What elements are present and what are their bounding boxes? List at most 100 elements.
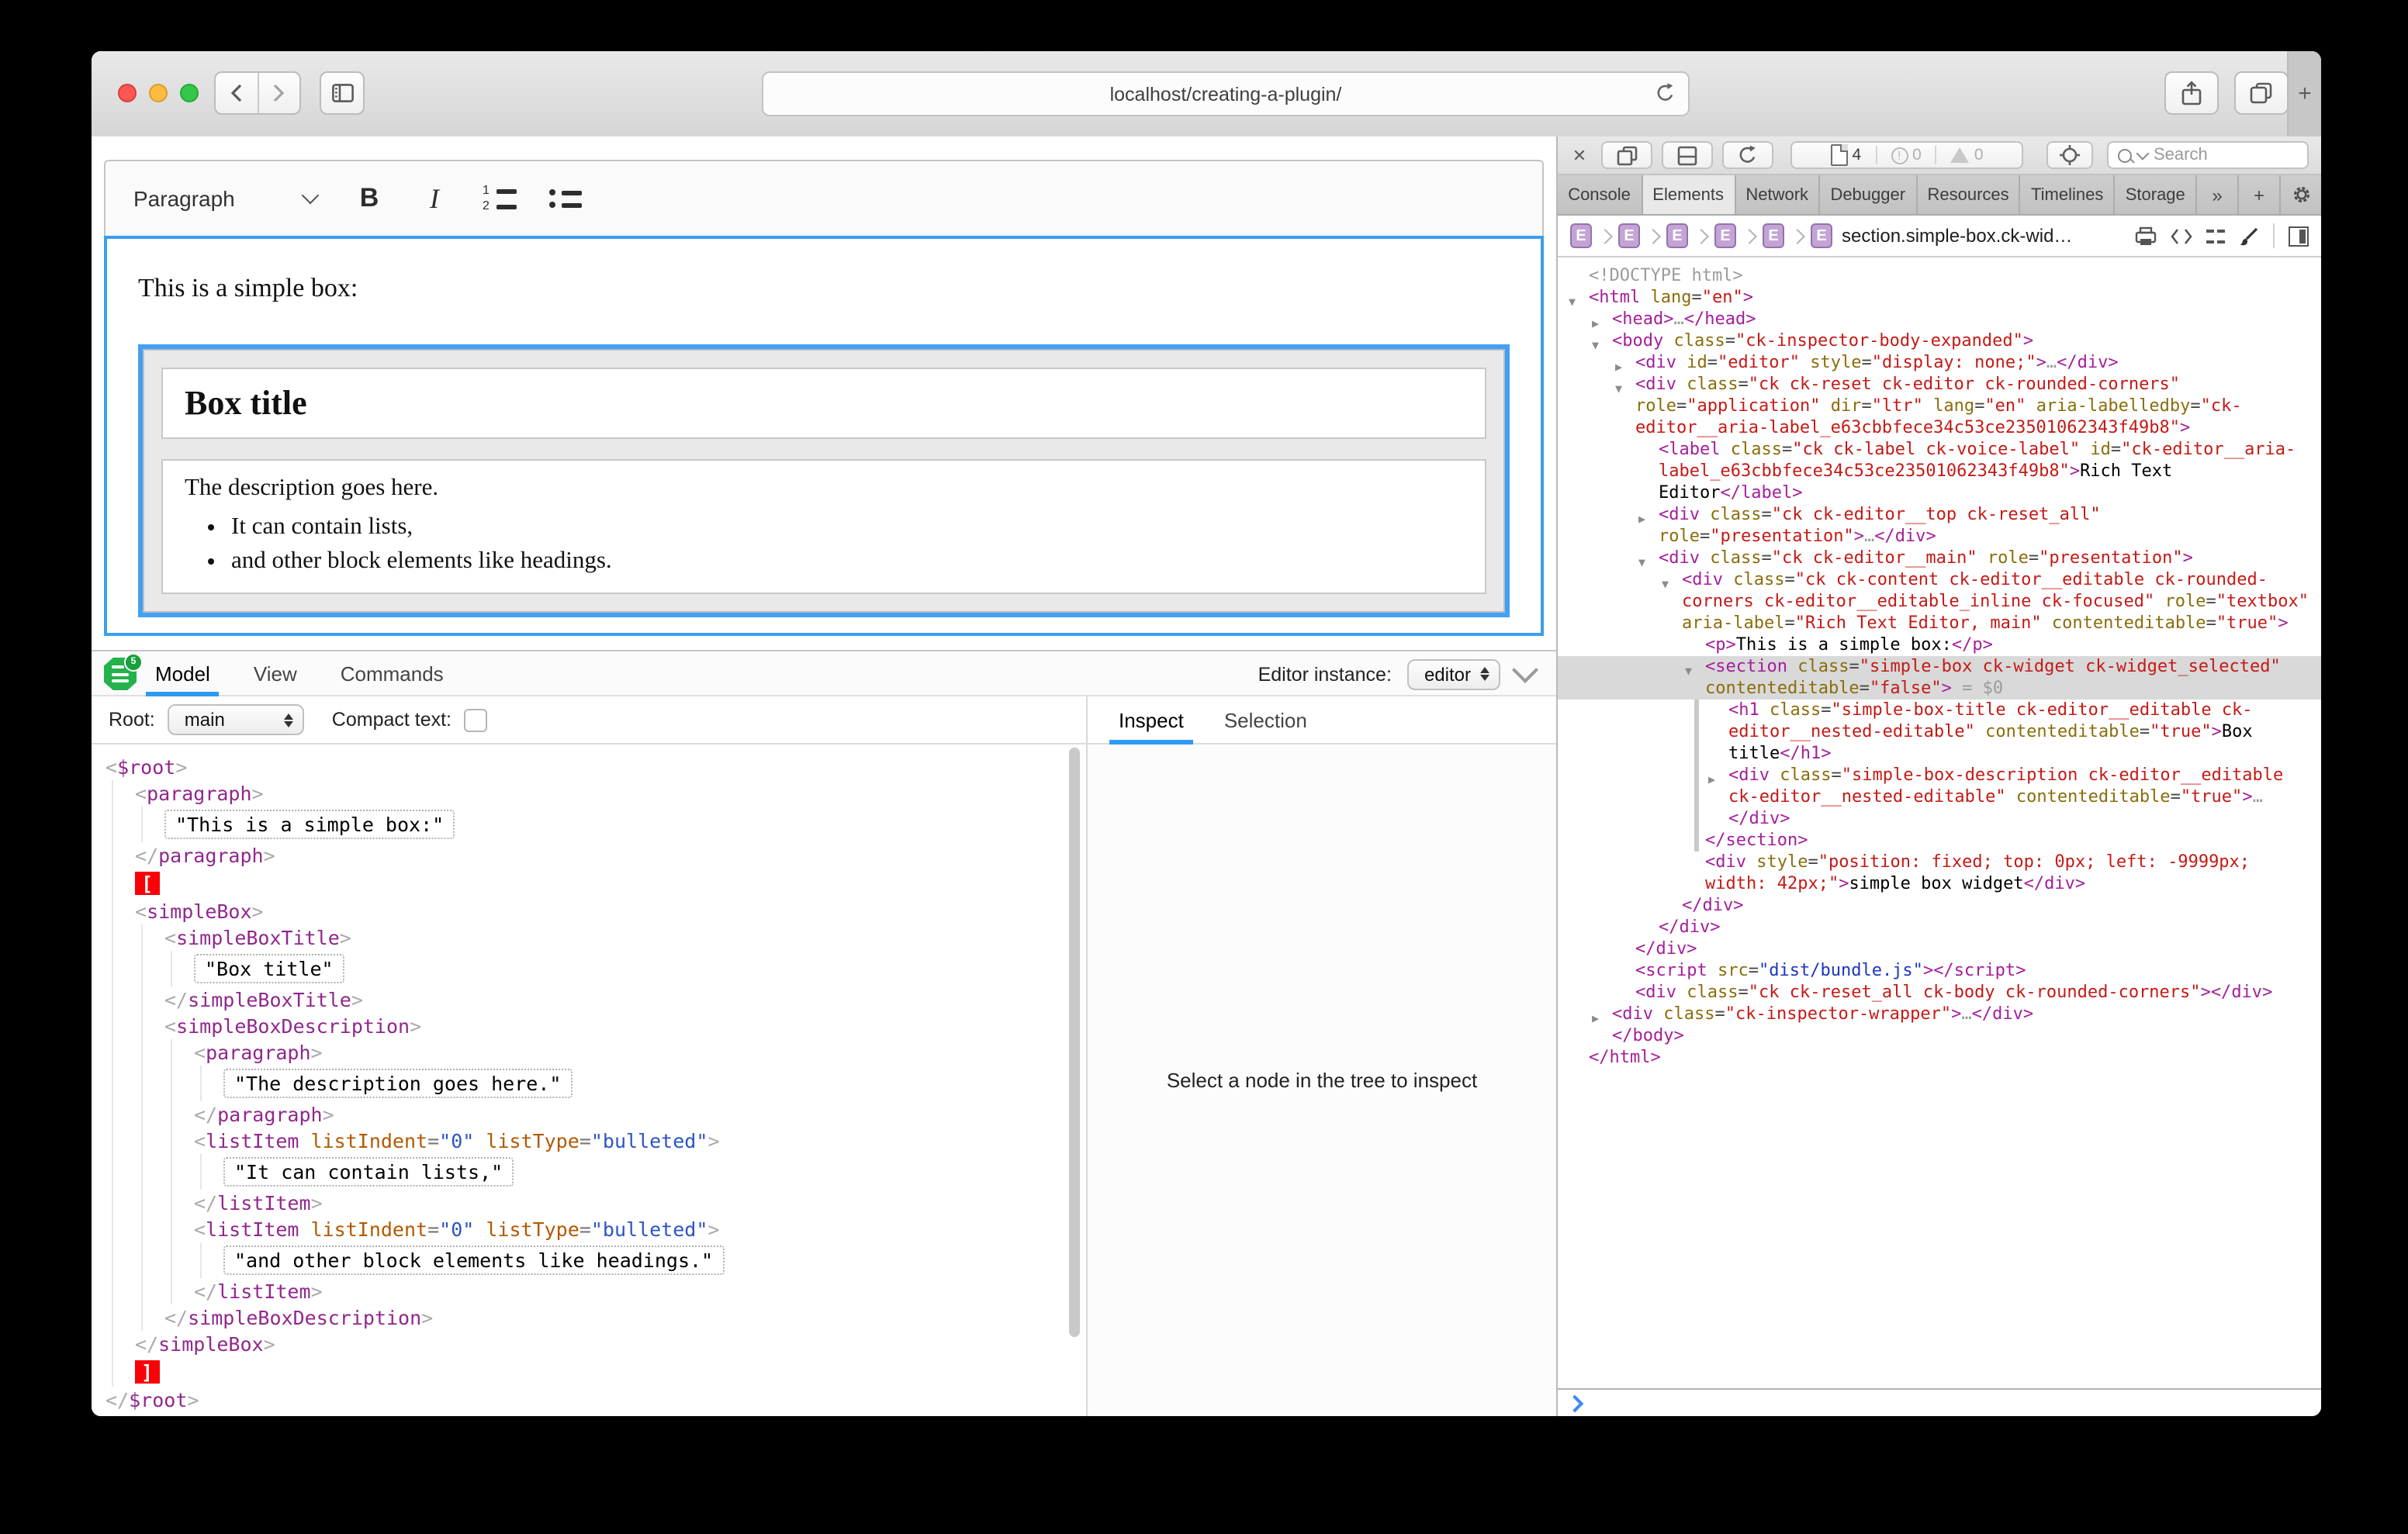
reload-page-button[interactable] bbox=[1722, 141, 1773, 169]
grid-icon[interactable] bbox=[2206, 226, 2225, 245]
compact-text-checkbox[interactable] bbox=[464, 708, 487, 731]
heading-dropdown[interactable]: Paragraph bbox=[124, 180, 326, 217]
dom-tree-node[interactable]: <div style="position: fixed; top: 0px; l… bbox=[1558, 852, 2321, 895]
disclosure-open-icon[interactable]: ▼ bbox=[1685, 661, 1692, 682]
model-tree-node[interactable]: <$root> bbox=[92, 754, 1086, 780]
inspector-tab-inspect[interactable]: Inspect bbox=[1116, 696, 1187, 745]
model-tree-node[interactable]: <paragraph> bbox=[92, 1039, 1086, 1066]
model-tree-node[interactable]: "Box title" bbox=[92, 951, 1086, 986]
devtools-settings-button[interactable] bbox=[2281, 175, 2321, 214]
model-tree-node[interactable]: </paragraph> bbox=[92, 842, 1086, 869]
description-paragraph[interactable]: The description goes here. bbox=[185, 475, 1463, 503]
dom-tree-node[interactable]: ▶<div class="ck-inspector-wrapper">…</di… bbox=[1558, 1004, 2321, 1025]
editor-instance-select[interactable]: editor bbox=[1407, 658, 1500, 689]
model-tree-node[interactable]: "and other block elements like headings.… bbox=[92, 1242, 1086, 1278]
resource-status-group[interactable]: 4 ! 0 0 bbox=[1790, 141, 2023, 169]
model-tree-node[interactable]: <simpleBox> bbox=[92, 898, 1086, 924]
model-tree-node[interactable]: </$root> bbox=[92, 1387, 1086, 1413]
inspect-element-button[interactable] bbox=[2046, 141, 2093, 169]
share-button[interactable] bbox=[2164, 71, 2219, 115]
dom-tree-node[interactable]: ▼<div class="ck ck-editor__main" role="p… bbox=[1558, 548, 2321, 569]
model-tree-node[interactable]: </paragraph> bbox=[92, 1101, 1086, 1128]
dom-tree-node[interactable]: <!DOCTYPE html> bbox=[1558, 265, 2321, 287]
model-tree-node[interactable]: [ bbox=[92, 869, 1086, 898]
bulleted-list-button[interactable] bbox=[543, 175, 586, 222]
model-tree-node[interactable]: ] bbox=[92, 1357, 1086, 1387]
inspector-tab-view[interactable]: View bbox=[251, 651, 300, 696]
model-tree-node[interactable]: <simpleBoxDescription> bbox=[92, 1013, 1086, 1039]
devtools-search-input[interactable]: Search bbox=[2107, 141, 2309, 169]
add-tab-button[interactable]: + bbox=[2239, 175, 2281, 214]
close-devtools-button[interactable]: ✕ bbox=[1567, 141, 1592, 169]
model-tree-node[interactable]: "This is a simple box:" bbox=[92, 807, 1086, 842]
more-tabs-button[interactable]: » bbox=[2197, 175, 2239, 214]
list-item[interactable]: It can contain lists, bbox=[231, 512, 1463, 543]
tab-overview-button[interactable] bbox=[2234, 71, 2289, 115]
dom-tree-node[interactable]: ▶<div id="editor" style="display: none;"… bbox=[1558, 352, 2321, 374]
dom-tree-node[interactable]: ▼<body class="ck-inspector-body-expanded… bbox=[1558, 330, 2321, 352]
inspector-tab-model[interactable]: Model bbox=[152, 651, 213, 696]
devtools-tab-network[interactable]: Network bbox=[1735, 175, 1820, 214]
dom-tree-node[interactable]: </div> bbox=[1558, 917, 2321, 938]
model-tree-node[interactable]: "It can contain lists," bbox=[92, 1154, 1086, 1190]
quick-console[interactable] bbox=[1558, 1388, 2321, 1416]
zoom-window-button[interactable] bbox=[180, 84, 199, 102]
devtools-tab-timelines[interactable]: Timelines bbox=[2021, 175, 2116, 214]
element-badge-icon[interactable]: E bbox=[1763, 223, 1784, 248]
dom-tree-node[interactable]: </section> bbox=[1558, 830, 2321, 852]
sidebar-toggle-button[interactable] bbox=[320, 71, 365, 115]
print-icon[interactable] bbox=[2135, 226, 2157, 246]
editor-paragraph[interactable]: This is a simple box: bbox=[138, 273, 1510, 304]
model-tree-node[interactable]: </simpleBox> bbox=[92, 1331, 1086, 1357]
inspector-tab-selection[interactable]: Selection bbox=[1221, 696, 1310, 745]
styles-brush-icon[interactable] bbox=[2239, 226, 2259, 246]
model-tree-node[interactable]: </simpleBoxDescription> bbox=[92, 1304, 1086, 1331]
disclosure-closed-icon[interactable]: ▶ bbox=[1708, 769, 1715, 791]
address-bar[interactable]: localhost/creating-a-plugin/ bbox=[762, 71, 1690, 116]
element-badge-icon[interactable]: E bbox=[1714, 223, 1736, 248]
element-badge-icon[interactable]: E bbox=[1666, 223, 1688, 248]
list-item[interactable]: and other block elements like headings. bbox=[231, 546, 1463, 577]
model-tree-node[interactable]: </listItem> bbox=[92, 1190, 1086, 1216]
model-tree-node[interactable]: <paragraph> bbox=[92, 780, 1086, 807]
dom-tree-node[interactable]: <div class="ck ck-reset_all ck-body ck-r… bbox=[1558, 982, 2321, 1004]
model-tree-node[interactable]: </listItem> bbox=[92, 1278, 1086, 1304]
simple-box-title[interactable]: Box title bbox=[161, 368, 1486, 439]
disclosure-open-icon[interactable]: ▼ bbox=[1662, 574, 1669, 596]
simple-box-description[interactable]: The description goes here. It can contai… bbox=[161, 459, 1486, 594]
breadcrumb-selected-node-label[interactable]: section.simple-box.ck-wid… bbox=[1842, 225, 2072, 247]
devtools-tab-storage[interactable]: Storage bbox=[2116, 175, 2197, 214]
element-badge-icon[interactable]: E bbox=[1618, 223, 1640, 248]
model-tree-node[interactable]: "The description goes here." bbox=[92, 1066, 1086, 1101]
dom-tree-node[interactable]: ▶<div class="ck ck-editor__top ck-reset_… bbox=[1558, 504, 2321, 548]
devtools-tab-console[interactable]: Console bbox=[1558, 175, 1642, 214]
minimize-window-button[interactable] bbox=[149, 84, 168, 102]
dom-tree-node[interactable]: </div> bbox=[1558, 938, 2321, 960]
dom-tree-node[interactable]: <label class="ck ck-label ck-voice-label… bbox=[1558, 439, 2321, 504]
dom-tree-node[interactable]: ▼<html lang="en"> bbox=[1558, 287, 2321, 309]
source-code-icon[interactable] bbox=[2171, 227, 2192, 244]
close-window-button[interactable] bbox=[118, 84, 137, 102]
dom-tree-node[interactable]: <p>This is a simple box:</p> bbox=[1558, 634, 2321, 656]
dom-tree-node[interactable]: <script src="dist/bundle.js"></script> bbox=[1558, 960, 2321, 982]
disclosure-closed-icon[interactable]: ▶ bbox=[1638, 509, 1645, 530]
dom-tree-node[interactable]: ▼<div class="ck ck-reset ck-editor ck-ro… bbox=[1558, 374, 2321, 439]
reload-icon[interactable] bbox=[1656, 82, 1676, 113]
disclosure-open-icon[interactable]: ▼ bbox=[1615, 378, 1622, 400]
model-tree-node[interactable]: <listItem listIndent="0" listType="bulle… bbox=[92, 1128, 1086, 1154]
dom-tree-node[interactable]: </body> bbox=[1558, 1025, 2321, 1047]
dom-tree-node[interactable]: </div> bbox=[1558, 895, 2321, 917]
detach-devtools-button[interactable] bbox=[1601, 141, 1652, 169]
element-badge-icon[interactable]: E bbox=[1811, 223, 1832, 248]
element-badge-icon[interactable]: E bbox=[1570, 223, 1592, 248]
editor-editable-area[interactable]: This is a simple box: Box title The desc… bbox=[104, 236, 1544, 636]
inspector-tab-commands[interactable]: Commands bbox=[337, 651, 447, 696]
details-sidebar-toggle-icon[interactable] bbox=[2289, 226, 2309, 246]
new-tab-button[interactable]: + bbox=[2287, 51, 2321, 136]
devtools-tab-debugger[interactable]: Debugger bbox=[1820, 175, 1917, 214]
back-button[interactable] bbox=[216, 73, 257, 113]
simple-box-widget[interactable]: Box title The description goes here. It … bbox=[138, 344, 1510, 617]
collapse-inspector-icon[interactable] bbox=[1512, 657, 1538, 683]
model-tree-node[interactable]: <simpleBoxTitle> bbox=[92, 924, 1086, 951]
dom-tree-node[interactable]: <h1 class="simple-box-title ck-editor__e… bbox=[1558, 700, 2321, 765]
